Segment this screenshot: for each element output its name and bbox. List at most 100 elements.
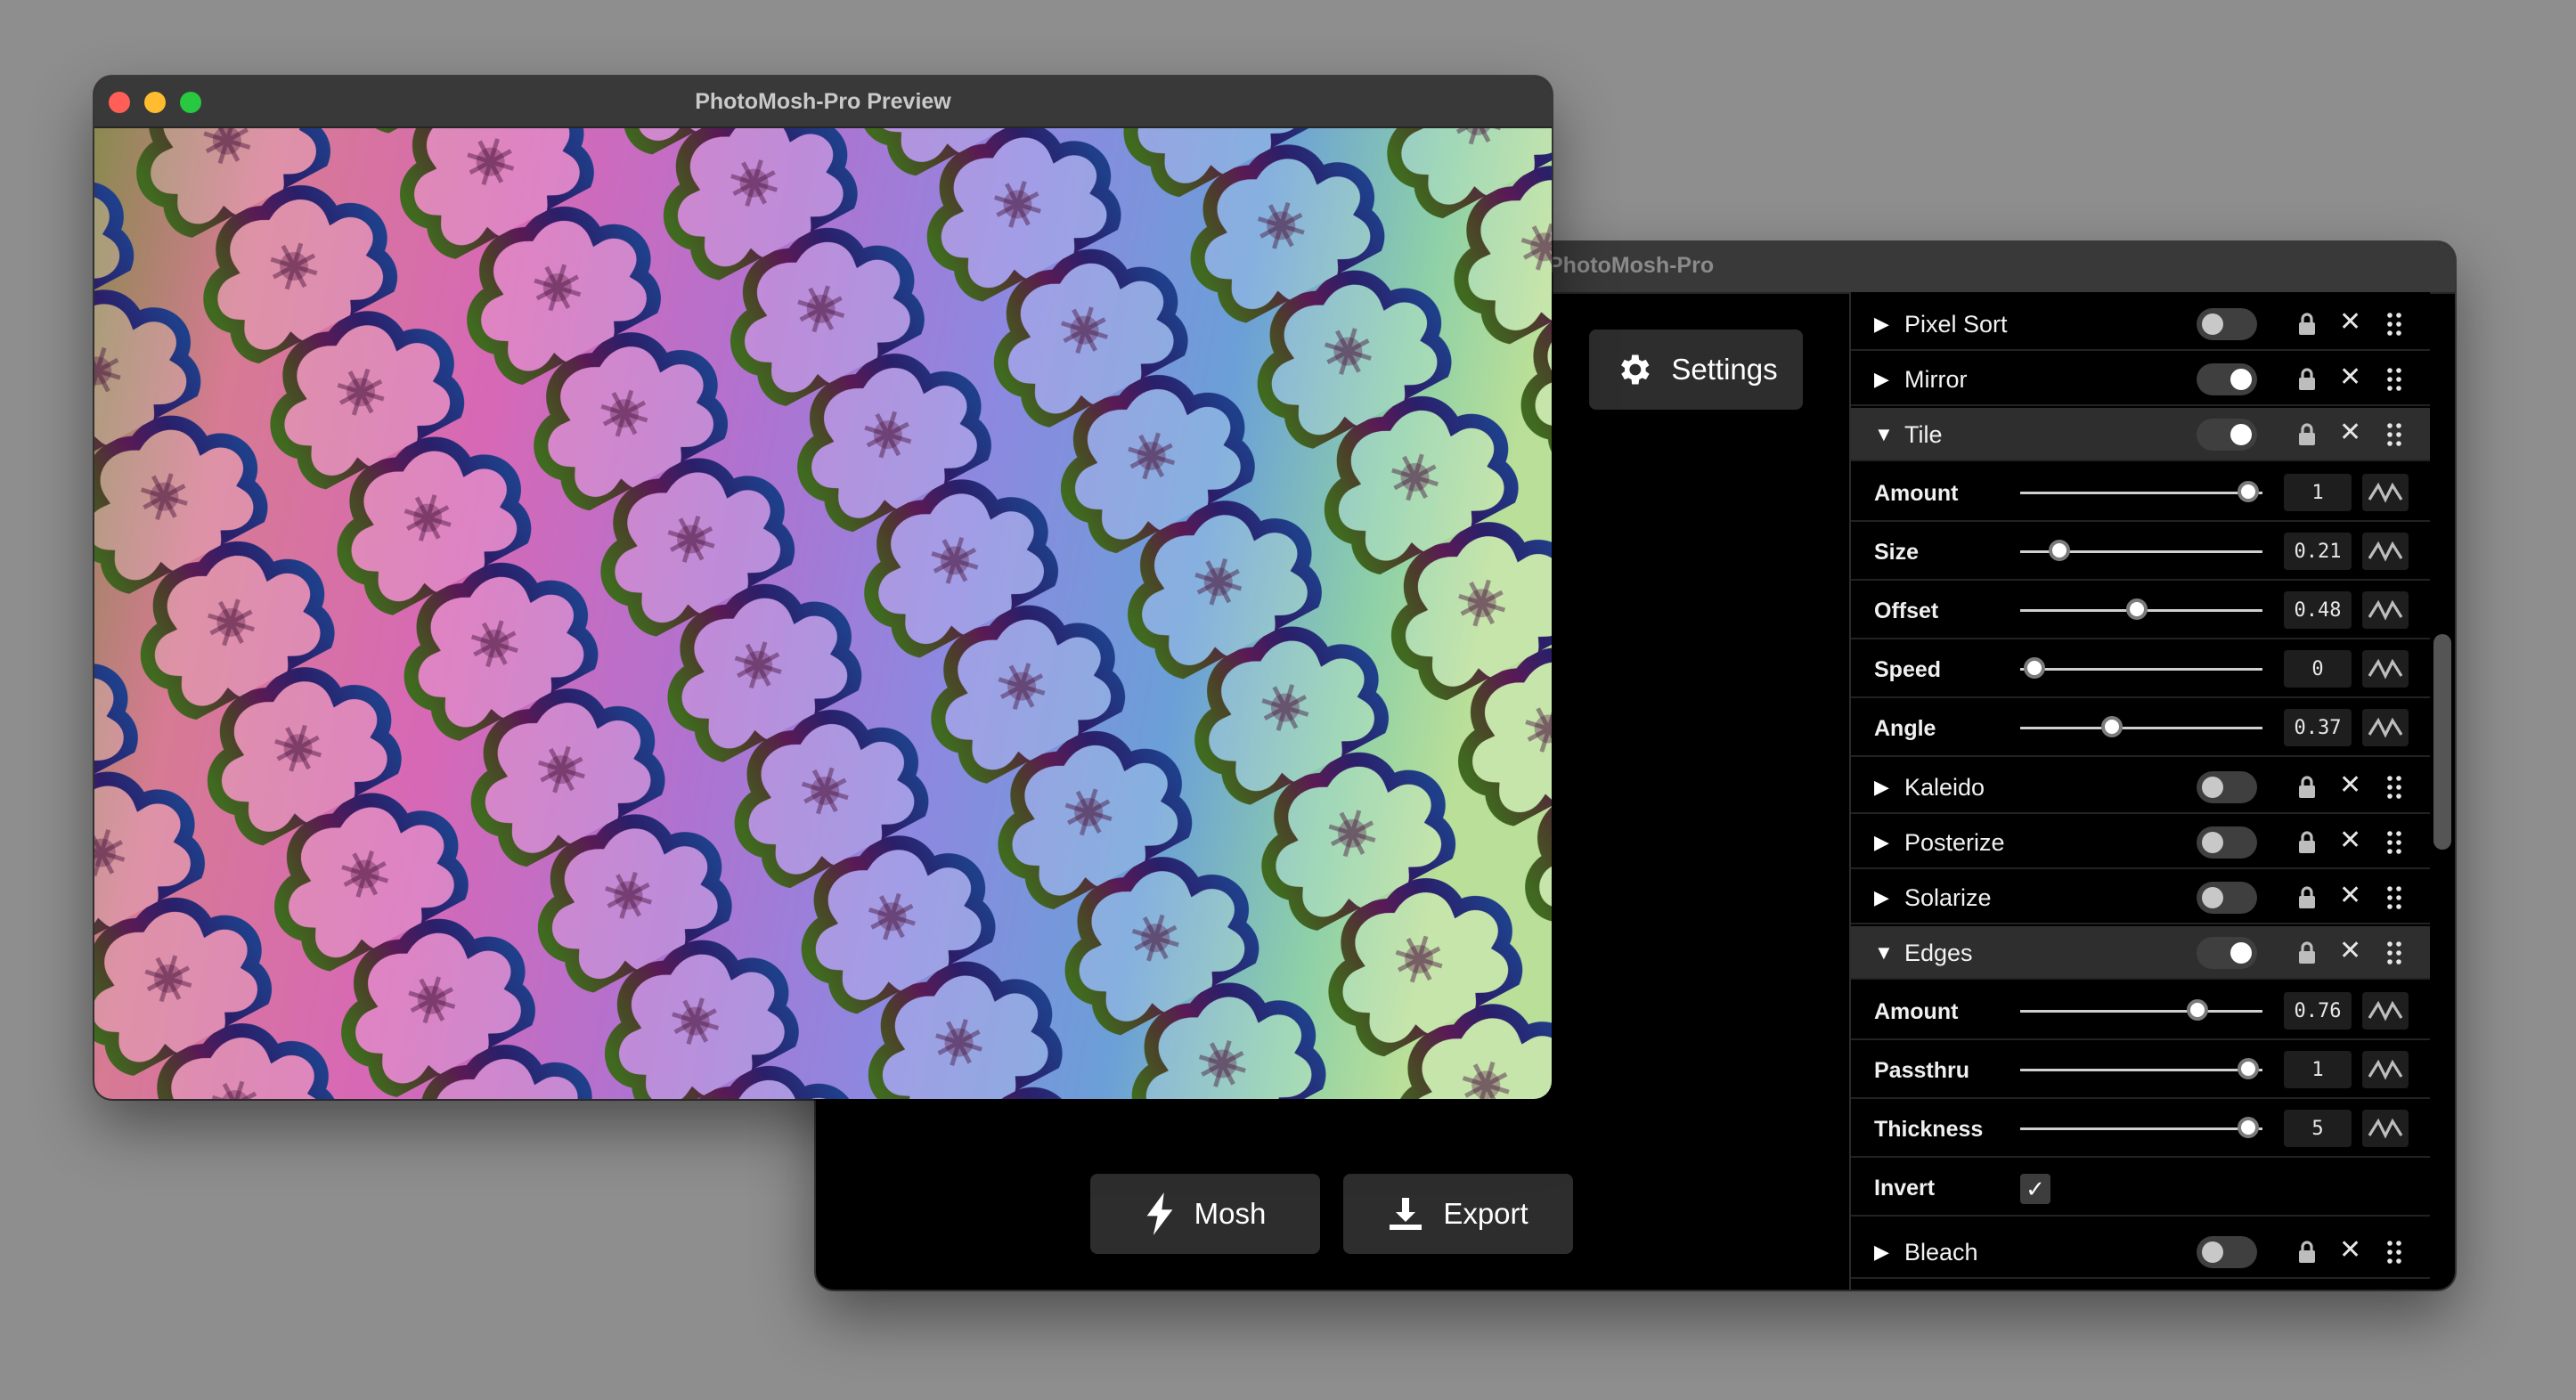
close-icon[interactable]: ✕ — [2339, 362, 2361, 393]
lock-icon[interactable] — [2295, 1240, 2319, 1265]
drag-handle-icon[interactable] — [2385, 830, 2403, 855]
lock-icon[interactable] — [2295, 312, 2319, 337]
param-slider-track[interactable] — [2020, 668, 2262, 671]
param-value-field[interactable]: 0.76 — [2284, 992, 2352, 1030]
param-value-field[interactable]: 0.48 — [2284, 591, 2352, 629]
param-slider-thumb[interactable] — [2024, 657, 2046, 679]
settings-button[interactable]: Settings — [1589, 330, 1803, 410]
wave-icon[interactable] — [2362, 1110, 2409, 1147]
param-row-invert: Invert ✓ — [1851, 1158, 2430, 1217]
close-icon[interactable]: ✕ — [2339, 417, 2361, 448]
drag-handle-icon[interactable] — [2385, 422, 2403, 447]
triangle-right-icon[interactable]: ▶ — [1874, 886, 1889, 909]
close-icon[interactable]: ✕ — [2339, 769, 2361, 801]
wave-icon[interactable] — [2362, 1051, 2409, 1088]
param-value-field[interactable]: 1 — [2284, 474, 2352, 511]
effect-row-solarize[interactable]: ▶ Solarize ✕ — [1851, 871, 2430, 924]
param-value-field[interactable]: 1 — [2284, 1051, 2352, 1088]
lock-icon[interactable] — [2295, 422, 2319, 447]
minimize-window-button[interactable] — [144, 92, 166, 113]
invert-checkbox[interactable]: ✓ — [2020, 1174, 2050, 1204]
param-row-speed: Speed 0 — [1851, 639, 2430, 698]
effect-row-mirror[interactable]: ▶ Mirror ✕ — [1851, 353, 2430, 406]
wave-icon[interactable] — [2362, 474, 2409, 511]
param-slider-thumb[interactable] — [2237, 1117, 2259, 1138]
effect-row-posterize[interactable]: ▶ Posterize ✕ — [1851, 816, 2430, 869]
effect-toggle[interactable] — [2197, 882, 2257, 914]
drag-handle-icon[interactable] — [2385, 312, 2403, 337]
wave-icon[interactable] — [2362, 591, 2409, 629]
wave-icon[interactable] — [2362, 533, 2409, 570]
param-label: Amount — [1874, 481, 1959, 506]
close-icon[interactable]: ✕ — [2339, 880, 2361, 911]
settings-label: Settings — [1671, 353, 1778, 386]
zoom-window-button[interactable] — [180, 92, 201, 113]
triangle-right-icon[interactable]: ▶ — [1874, 831, 1889, 854]
close-icon[interactable]: ✕ — [2339, 306, 2361, 338]
effect-toggle[interactable] — [2197, 826, 2257, 859]
param-slider-track[interactable] — [2020, 492, 2262, 494]
param-value-field[interactable]: 0.37 — [2284, 709, 2352, 746]
close-icon[interactable]: ✕ — [2339, 935, 2361, 966]
param-value-field[interactable]: 0.21 — [2284, 533, 2352, 570]
effect-name: Solarize — [1904, 884, 1992, 911]
triangle-right-icon[interactable]: ▶ — [1874, 313, 1889, 336]
effect-row-tile[interactable]: ▼ Tile ✕ — [1851, 408, 2430, 461]
effect-toggle[interactable] — [2197, 308, 2257, 340]
triangle-down-icon[interactable]: ▼ — [1874, 941, 1894, 965]
param-slider-thumb[interactable] — [2237, 481, 2259, 502]
effect-toggle[interactable] — [2197, 363, 2257, 395]
effect-row-bleach[interactable]: ▶ Bleach ✕ — [1851, 1225, 2430, 1279]
effect-name: Kaleido — [1904, 774, 1985, 801]
param-slider-thumb[interactable] — [2101, 716, 2124, 737]
wave-icon[interactable] — [2362, 992, 2409, 1030]
triangle-right-icon[interactable]: ▶ — [1874, 368, 1889, 391]
param-value-field[interactable]: 5 — [2284, 1110, 2352, 1147]
close-icon[interactable]: ✕ — [2339, 825, 2361, 856]
lock-icon[interactable] — [2295, 775, 2319, 800]
gear-icon — [1621, 354, 1650, 385]
wave-icon[interactable] — [2362, 709, 2409, 746]
param-label: Amount — [1874, 999, 1959, 1024]
preview-image — [94, 128, 1552, 1099]
close-window-button[interactable] — [109, 92, 130, 113]
preview-window-title: PhotoMosh-Pro Preview — [695, 88, 951, 114]
drag-handle-icon[interactable] — [2385, 940, 2403, 965]
param-slider-track[interactable] — [2020, 1127, 2262, 1130]
effect-toggle[interactable] — [2197, 937, 2257, 969]
effect-toggle[interactable] — [2197, 1236, 2257, 1268]
effects-scrollbar[interactable] — [2433, 634, 2451, 850]
param-row-thickness: Thickness 5 — [1851, 1099, 2430, 1158]
preview-window: PhotoMosh-Pro Preview — [94, 77, 1552, 1099]
param-slider-track[interactable] — [2020, 1010, 2262, 1013]
wave-icon[interactable] — [2362, 650, 2409, 688]
drag-handle-icon[interactable] — [2385, 367, 2403, 392]
param-slider-track[interactable] — [2020, 727, 2262, 729]
effect-row-kaleido[interactable]: ▶ Kaleido ✕ — [1851, 761, 2430, 814]
lock-icon[interactable] — [2295, 885, 2319, 910]
lock-icon[interactable] — [2295, 940, 2319, 965]
effect-row-pixel-sort[interactable]: ▶ Pixel Sort ✕ — [1851, 297, 2430, 351]
effect-row-edges[interactable]: ▼ Edges ✕ — [1851, 926, 2430, 980]
triangle-right-icon[interactable]: ▶ — [1874, 1241, 1889, 1264]
effects-panel: ▶ Pixel Sort ✕ ▶ Mirror ✕ ▼ Tile ✕ Amount 1 Size 0.2… — [1849, 292, 2430, 1290]
export-button[interactable]: Export — [1343, 1174, 1573, 1254]
effect-toggle[interactable] — [2197, 771, 2257, 803]
param-value-field[interactable]: 0 — [2284, 650, 2352, 688]
param-slider-thumb[interactable] — [2237, 1058, 2259, 1079]
close-icon[interactable]: ✕ — [2339, 1234, 2361, 1266]
param-slider-thumb[interactable] — [2048, 540, 2070, 561]
param-slider-thumb[interactable] — [2125, 598, 2148, 620]
effect-toggle[interactable] — [2197, 419, 2257, 451]
triangle-right-icon[interactable]: ▶ — [1874, 776, 1889, 799]
drag-handle-icon[interactable] — [2385, 775, 2403, 800]
mosh-button[interactable]: Mosh — [1090, 1174, 1320, 1254]
drag-handle-icon[interactable] — [2385, 885, 2403, 910]
param-slider-thumb[interactable] — [2186, 999, 2208, 1021]
lock-icon[interactable] — [2295, 367, 2319, 392]
param-slider-track[interactable] — [2020, 1069, 2262, 1071]
triangle-down-icon[interactable]: ▼ — [1874, 423, 1894, 446]
mosh-label: Mosh — [1194, 1197, 1267, 1230]
lock-icon[interactable] — [2295, 830, 2319, 855]
drag-handle-icon[interactable] — [2385, 1240, 2403, 1265]
